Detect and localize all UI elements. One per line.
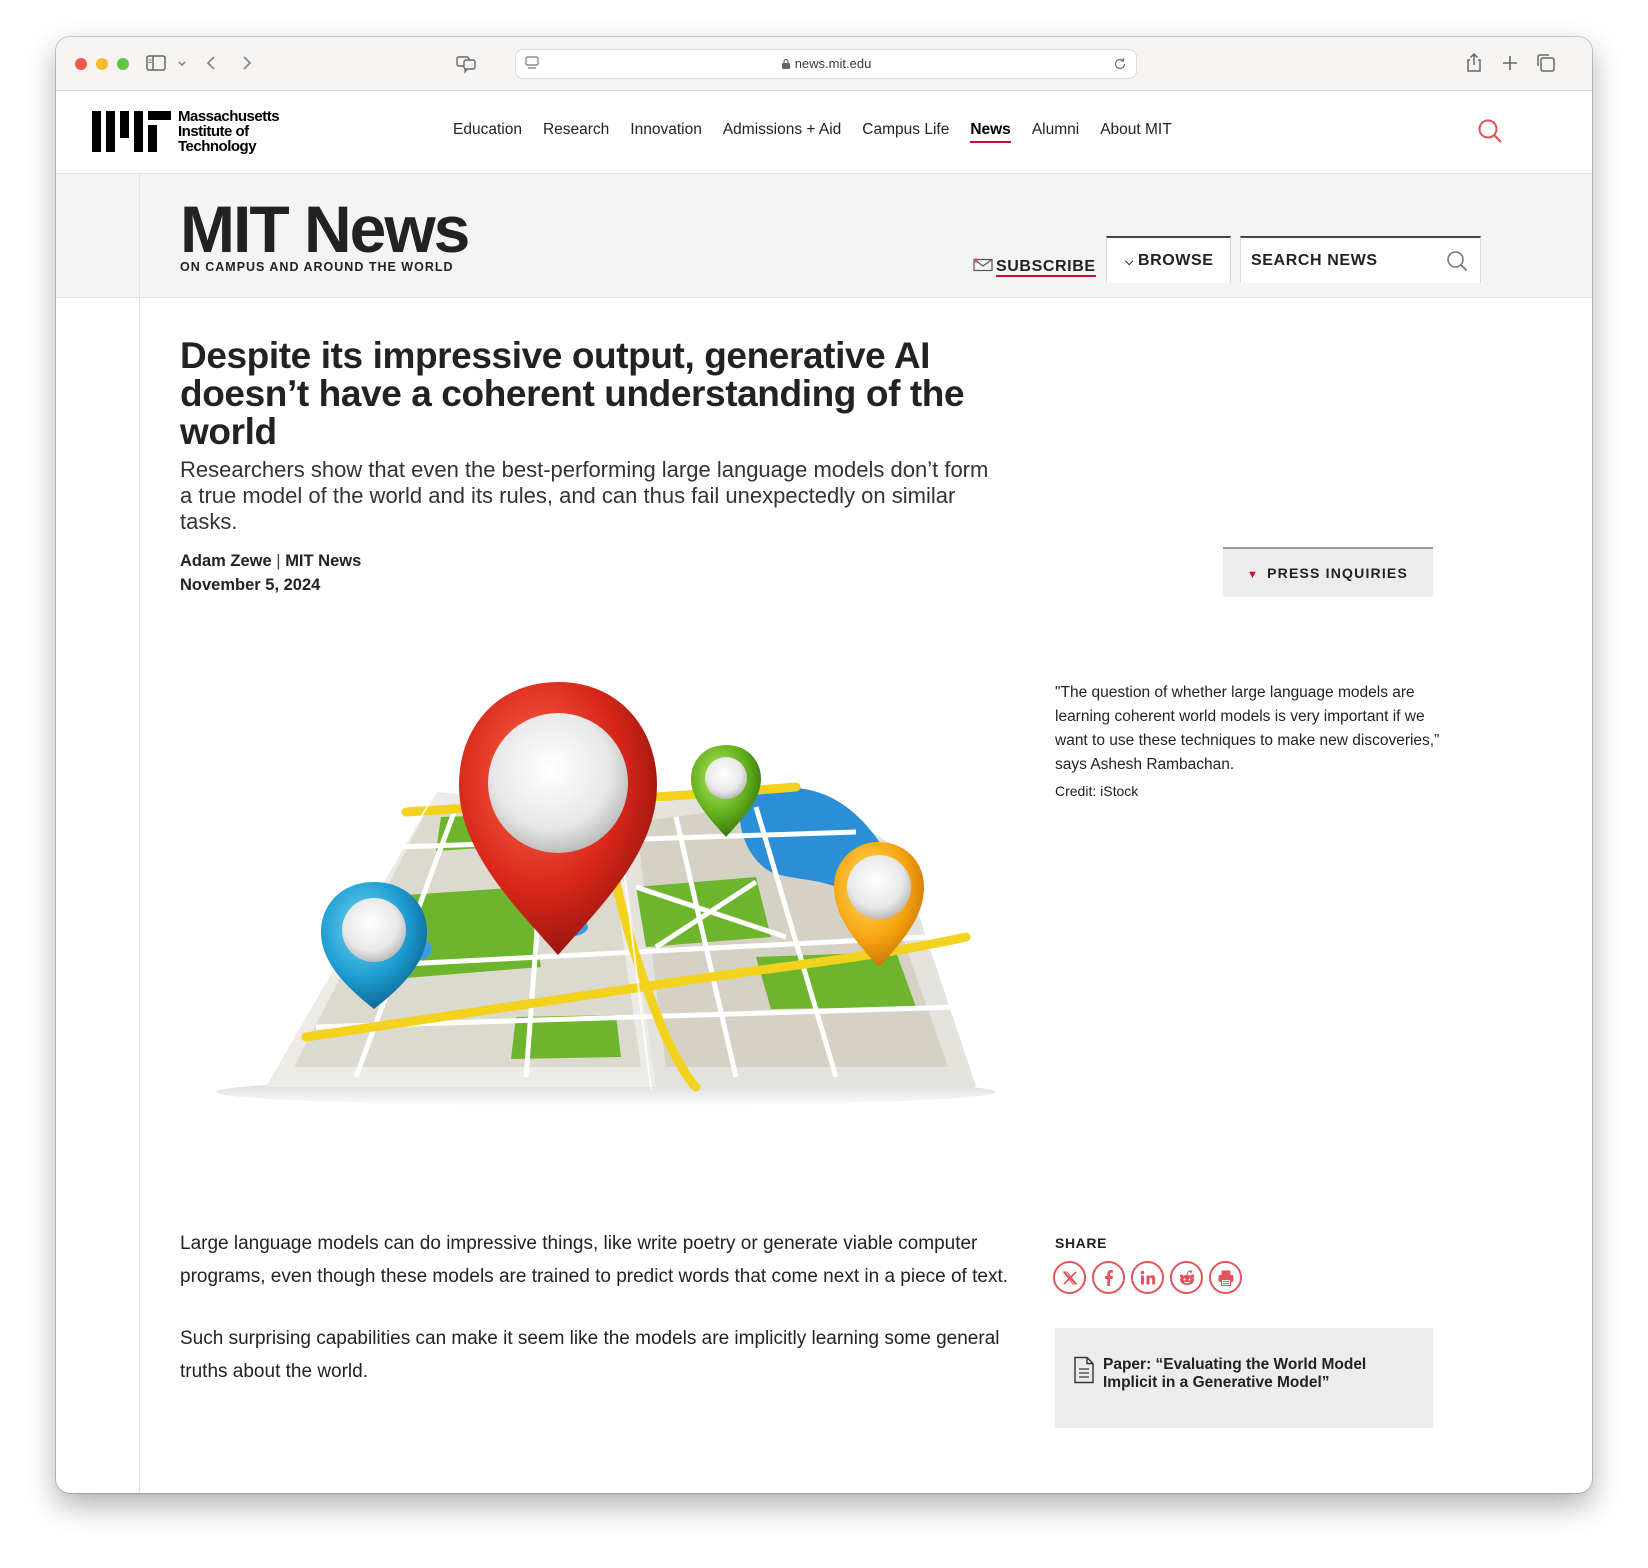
browser-toolbar: news.mit.edu: [56, 37, 1592, 91]
news-tagline: ON CAMPUS AND AROUND THE WORLD: [180, 260, 454, 274]
image-caption: "The question of whether large language …: [1055, 681, 1450, 799]
nav-innovation[interactable]: Innovation: [630, 121, 702, 143]
byline-separator: |: [276, 552, 281, 570]
chevron-down-icon: ⌵: [1125, 256, 1134, 268]
share-x-button[interactable]: [1053, 1261, 1086, 1294]
share-facebook-button[interactable]: [1092, 1261, 1125, 1294]
nav-research[interactable]: Research: [543, 121, 609, 143]
nav-about-mit[interactable]: About MIT: [1100, 121, 1172, 143]
nav-campus-life[interactable]: Campus Life: [862, 121, 949, 143]
chevron-down-icon[interactable]: [170, 51, 186, 75]
facebook-icon: [1104, 1269, 1113, 1286]
subscribe-link[interactable]: SUBSCRIBE: [973, 258, 1096, 277]
mit-news-title[interactable]: MIT News: [180, 196, 470, 262]
sidebar-toggle-icon[interactable]: [144, 51, 168, 75]
linkedin-icon: [1140, 1270, 1155, 1284]
share-linkedin-button[interactable]: [1131, 1261, 1164, 1294]
body-paragraph: Large language models can do impressive …: [180, 1233, 1009, 1287]
mit-logo-mark-icon: [92, 111, 171, 152]
publish-date: November 5, 2024: [180, 576, 321, 594]
share-label: SHARE: [1055, 1235, 1108, 1251]
document-icon: [1074, 1356, 1094, 1384]
nav-education[interactable]: Education: [453, 121, 522, 143]
minimize-window-button[interactable]: [96, 58, 108, 70]
tab-overview-icon[interactable]: [1534, 51, 1558, 75]
mit-logo-text: Massachusetts Institute of Technology: [178, 108, 280, 155]
related-paper-link[interactable]: Paper: “Evaluating the World Model Impli…: [1055, 1328, 1433, 1428]
news-masthead: MIT News ON CAMPUS AND AROUND THE WORLD …: [56, 174, 1592, 298]
browser-window: news.mit.edu Massachusetts Institute of …: [56, 37, 1592, 1493]
byline: Adam Zewe | MIT News: [180, 552, 361, 571]
browse-dropdown[interactable]: ⌵ BROWSE: [1106, 236, 1231, 283]
content-left-rule: [139, 174, 140, 1493]
article-body: Large language models can do impressive …: [180, 1227, 1020, 1417]
main-nav: Education Research Innovation Admissions…: [453, 121, 1193, 143]
url-display[interactable]: news.mit.edu: [516, 56, 1136, 71]
zoom-window-button[interactable]: [117, 58, 129, 70]
x-icon: [1061, 1270, 1078, 1285]
close-window-button[interactable]: [75, 58, 87, 70]
nav-news[interactable]: News: [970, 121, 1011, 143]
caption-text: "The question of whether large language …: [1055, 684, 1440, 773]
share-buttons: [1053, 1261, 1248, 1294]
site-search-icon[interactable]: [1476, 117, 1504, 145]
envelope-icon: [973, 258, 993, 272]
outlet-name: MIT News: [285, 552, 362, 570]
lock-icon: [781, 56, 791, 71]
share-reddit-button[interactable]: [1170, 1261, 1203, 1294]
article-headline: Despite its impressive output, generativ…: [180, 335, 965, 452]
search-news-input[interactable]: [1249, 248, 1443, 274]
search-news-box: [1240, 236, 1481, 283]
nav-admissions-aid[interactable]: Admissions + Aid: [723, 121, 841, 143]
reload-icon[interactable]: [1112, 56, 1128, 72]
print-icon: [1218, 1270, 1233, 1286]
chevron-down-icon: ▼: [1247, 569, 1260, 581]
reddit-icon: [1179, 1269, 1194, 1285]
image-credit: Credit: iStock: [1055, 783, 1139, 799]
mit-site-header: Massachusetts Institute of Technology Ed…: [56, 91, 1592, 174]
address-bar[interactable]: news.mit.edu: [515, 49, 1137, 79]
new-tab-icon[interactable]: [1498, 51, 1522, 75]
print-button[interactable]: [1209, 1261, 1242, 1294]
search-icon[interactable]: [1446, 250, 1468, 272]
share-icon[interactable]: [1462, 51, 1486, 75]
url-text: news.mit.edu: [794, 56, 872, 71]
paper-link-text: Paper: “Evaluating the World Model Impli…: [1103, 1356, 1367, 1391]
hero-image-map-pins[interactable]: [196, 637, 1016, 1107]
body-paragraph: Such surprising capabilities can make it…: [180, 1328, 1000, 1382]
press-inquiries-toggle[interactable]: ▼ PRESS INQUIRIES: [1223, 547, 1433, 597]
translate-icon[interactable]: [454, 51, 478, 75]
author-link[interactable]: Adam Zewe: [180, 552, 272, 570]
article-dek: Researchers show that even the best-perf…: [180, 457, 989, 534]
forward-icon[interactable]: [234, 51, 258, 75]
nav-alumni[interactable]: Alumni: [1032, 121, 1079, 143]
back-icon[interactable]: [200, 51, 224, 75]
mit-logo[interactable]: Massachusetts Institute of Technology: [92, 109, 292, 155]
